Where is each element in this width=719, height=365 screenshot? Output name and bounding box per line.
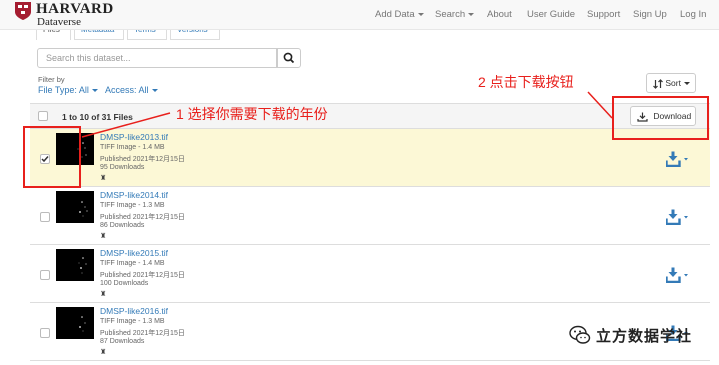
file-download-count: 95 Downloads: [100, 164, 145, 171]
nav-user-guide[interactable]: User Guide: [527, 9, 575, 20]
nav-about[interactable]: About: [487, 9, 512, 20]
nav-support[interactable]: Support: [587, 9, 620, 20]
harvard-shield-icon: [15, 2, 31, 20]
filter-access[interactable]: Access: All: [105, 85, 158, 95]
access-icon: ♜: [100, 349, 107, 356]
filter-access-label: Access: All: [105, 85, 149, 95]
wechat-icon: [569, 325, 591, 344]
file-download-count: 86 Downloads: [100, 222, 145, 229]
file-published-date: Published 2021年12月15日: [100, 272, 185, 279]
nav-sign-up[interactable]: Sign Up: [633, 9, 667, 20]
caret-down-icon: [417, 12, 424, 16]
caret-down-icon: [151, 89, 158, 93]
caret-down-icon: [91, 89, 98, 93]
file-name-link[interactable]: DMSP-like2016.tif: [100, 306, 168, 316]
file-row[interactable]: DMSP-like2013.tif TIFF Image - 1.4 MB Pu…: [30, 129, 710, 187]
access-icon: ♜: [100, 175, 107, 182]
file-name-link[interactable]: DMSP-like2014.tif: [100, 190, 168, 200]
sort-label: Sort: [665, 78, 681, 88]
annotation-step2: 2 点击下载按钮: [478, 74, 574, 90]
sort-button[interactable]: Sort: [646, 73, 696, 93]
file-thumbnail[interactable]: [56, 249, 94, 281]
nav-add-data[interactable]: Add Data: [375, 9, 424, 20]
file-checkbox[interactable]: [40, 328, 50, 338]
file-published-date: Published 2021年12月15日: [100, 214, 185, 221]
nav-search-label: Search: [435, 9, 466, 20]
file-type-size: TIFF Image - 1.3 MB: [100, 318, 165, 325]
nav-search[interactable]: Search: [435, 9, 475, 20]
tab-metadata[interactable]: Metadata: [74, 30, 124, 40]
filter-by-label: Filter by: [38, 75, 65, 84]
caret-down-icon: [683, 82, 690, 86]
filter-file-type[interactable]: File Type: All: [38, 85, 98, 95]
file-published-date: Published 2021年12月15日: [100, 330, 185, 337]
file-type-size: TIFF Image - 1.4 MB: [100, 260, 165, 267]
file-download-icon[interactable]: [666, 151, 692, 167]
access-icon: ♜: [100, 233, 107, 240]
tab-versions[interactable]: Versions: [170, 30, 220, 40]
search-icon: [283, 52, 295, 64]
tab-files[interactable]: Files: [36, 30, 71, 40]
file-table-header: 1 to 10 of 31 Files: [30, 103, 710, 129]
file-thumbnail[interactable]: [56, 307, 94, 339]
top-navbar: HARVARD Dataverse Add Data Search About …: [0, 0, 719, 30]
file-type-size: TIFF Image - 1.3 MB: [100, 202, 165, 209]
file-type-size: TIFF Image - 1.4 MB: [100, 144, 165, 151]
annotation-step1: 1 选择你需要下载的年份: [176, 106, 328, 122]
tab-terms[interactable]: Terms: [127, 30, 167, 40]
nav-log-in[interactable]: Log In: [680, 9, 706, 20]
file-download-icon[interactable]: [666, 209, 692, 225]
access-icon: ♜: [100, 291, 107, 298]
file-count-label: 1 to 10 of 31 Files: [62, 112, 133, 122]
nav-add-data-label: Add Data: [375, 9, 415, 20]
filter-file-type-label: File Type: All: [38, 85, 89, 95]
file-row[interactable]: DMSP-like2015.tif TIFF Image - 1.4 MB Pu…: [30, 245, 710, 303]
file-thumbnail[interactable]: [56, 191, 94, 223]
file-download-count: 87 Downloads: [100, 338, 145, 345]
file-row[interactable]: DMSP-like2014.tif TIFF Image - 1.3 MB Pu…: [30, 187, 710, 245]
file-checkbox[interactable]: [40, 270, 50, 280]
file-checkbox[interactable]: [40, 212, 50, 222]
annotation-box-download: [612, 96, 709, 140]
search-button[interactable]: [277, 48, 301, 68]
caret-down-icon: [468, 12, 475, 16]
file-download-icon[interactable]: [666, 267, 692, 283]
file-download-count: 100 Downloads: [100, 280, 149, 287]
file-published-date: Published 2021年12月15日: [100, 156, 185, 163]
select-all-checkbox[interactable]: [38, 111, 48, 121]
sort-icon: [653, 78, 663, 89]
watermark-text: 立方数据学社: [596, 328, 693, 345]
search-input[interactable]: Search this dataset...: [37, 48, 277, 68]
annotation-box-checkbox: [23, 126, 81, 188]
file-name-link[interactable]: DMSP-like2013.tif: [100, 132, 168, 142]
brand-subtitle: Dataverse: [37, 16, 81, 28]
file-name-link[interactable]: DMSP-like2015.tif: [100, 248, 168, 258]
